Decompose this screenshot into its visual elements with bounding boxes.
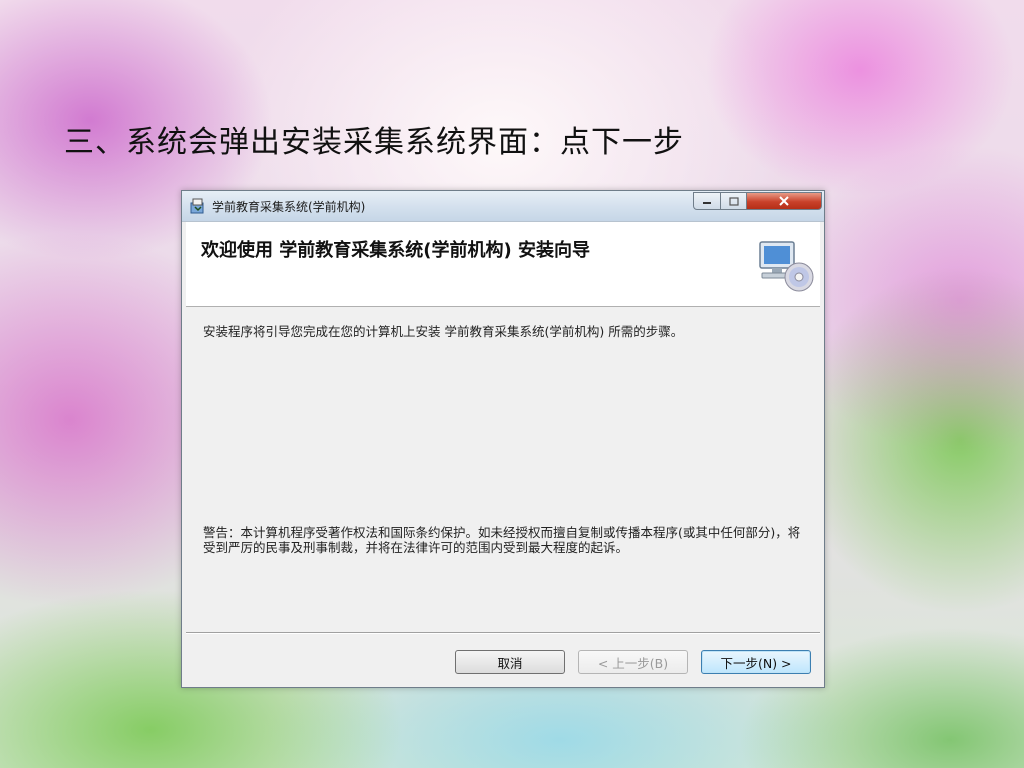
installer-app-icon [190,198,204,214]
slide-heading: 三、系统会弹出安装采集系统界面：点下一步 [64,125,684,160]
wizard-title: 欢迎使用 学前教育采集系统(学前机构) 安装向导 [201,240,590,261]
cancel-button[interactable]: 取消 [455,650,565,674]
window-title: 学前教育采集系统(学前机构) [212,200,366,214]
close-button[interactable] [746,192,822,210]
wizard-header: 欢迎使用 学前教育采集系统(学前机构) 安装向导 [186,222,820,307]
computer-disc-icon [759,241,814,292]
close-icon [779,196,789,206]
installer-window: 学前教育采集系统(学前机构) 欢迎使用 学前教育采集系统(学前机构) 安装向导 … [181,190,825,688]
minimize-button[interactable] [693,192,721,210]
minimize-icon [703,202,711,204]
wizard-content: 安装程序将引导您完成在您的计算机上安装 学前教育采集系统(学前机构) 所需的步骤… [186,307,820,633]
maximize-icon [728,196,739,206]
next-button[interactable]: 下一步(N) > [701,650,811,674]
title-bar[interactable]: 学前教育采集系统(学前机构) [182,191,824,222]
intro-text: 安装程序将引导您完成在您的计算机上安装 学前教育采集系统(学前机构) 所需的步骤… [203,324,684,339]
maximize-button[interactable] [720,192,747,210]
back-button[interactable]: < 上一步(B) [578,650,688,674]
footer-divider [186,632,820,634]
copyright-warning: 警告：本计算机程序受著作权法和国际条约保护。如未经授权而擅自复制或传播本程序(或… [203,525,801,555]
